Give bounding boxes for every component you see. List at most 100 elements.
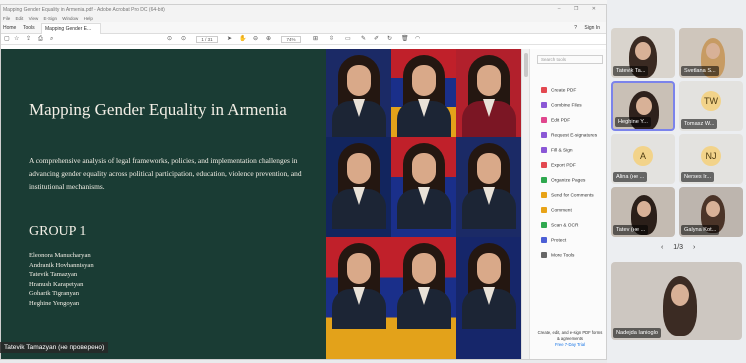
participant-name: Tomasz W... — [681, 119, 718, 129]
tab-tools[interactable]: Tools — [23, 25, 35, 31]
menu-esign[interactable]: E-Sign — [44, 16, 58, 21]
participant-tile[interactable]: Tatevik Ta... — [611, 28, 675, 78]
hand-icon[interactable]: ✋ — [239, 36, 246, 43]
window-title: Mapping Gender Equality in Armenia.pdf -… — [3, 7, 165, 13]
presenter-name-label: Tatevik Tamazyan (не проверено) — [0, 342, 109, 353]
participant-name: Nadejda Ianioglo — [613, 328, 661, 338]
tool-create-pdf[interactable]: Create PDF — [541, 87, 576, 94]
participant-tile[interactable]: Svetlana S... — [679, 28, 743, 78]
window-controls[interactable]: – ❐ ✕ — [558, 6, 602, 12]
tool-organize-pages[interactable]: Organize Pages — [541, 177, 585, 184]
participant-name: Heghine Y... — [615, 117, 651, 127]
participant-tile[interactable]: TW Tomasz W... — [679, 81, 743, 131]
rotate-icon[interactable]: ↻ — [387, 36, 392, 43]
menu-window[interactable]: Window — [62, 16, 78, 21]
tool-label: Edit PDF — [551, 118, 571, 124]
tab-document[interactable]: Mapping Gender E... — [41, 23, 101, 34]
tool-combine-files[interactable]: Combine Files — [541, 102, 582, 109]
search-tools-input[interactable]: Search tools — [537, 55, 603, 64]
portrait-collage — [326, 49, 521, 359]
menu-view[interactable]: View — [29, 16, 39, 21]
page-total: / 31 — [205, 37, 213, 42]
tool-label: Export PDF — [551, 163, 576, 169]
page-number-field[interactable]: 1 / 31 — [196, 36, 218, 43]
delete-icon[interactable]: 🗑 — [401, 36, 409, 43]
search-icon[interactable]: ⌕ — [50, 36, 53, 43]
tool-label: Scan & OCR — [551, 223, 579, 229]
participant-face — [706, 201, 720, 217]
tool-fill-sign[interactable]: Fill & Sign — [541, 147, 573, 154]
portrait — [456, 49, 521, 137]
comment-icon — [541, 207, 547, 213]
zoom-in-icon[interactable]: ⊕ — [266, 36, 271, 43]
combine-files-icon — [541, 102, 547, 108]
portrait — [326, 137, 391, 237]
tool-request-esignatures[interactable]: Request E-signatures — [541, 132, 597, 139]
send-for-comments-icon — [541, 192, 547, 198]
tool-scan-ocr[interactable]: Scan & OCR — [541, 222, 578, 229]
participant-tile[interactable]: NJ Nerses Ir... — [679, 134, 743, 184]
header-right: ? Sign In — [568, 25, 600, 31]
save-icon[interactable]: ▢ — [4, 36, 10, 43]
zoom-level[interactable]: 74% — [281, 36, 301, 43]
page-down-icon[interactable]: ⊙ — [181, 36, 186, 43]
participant-tile[interactable]: Nadejda Ianioglo — [611, 262, 742, 340]
pen-icon[interactable]: ✎ — [361, 36, 366, 43]
menu-edit[interactable]: Edit — [16, 16, 24, 21]
participant-face — [635, 42, 651, 60]
tool-protect[interactable]: Protect — [541, 237, 566, 244]
fit-page-icon[interactable]: ⊞ — [313, 36, 318, 43]
edit-pdf-icon — [541, 117, 547, 123]
free-trial-link[interactable]: Free 7-Day Trial — [536, 342, 604, 347]
scan-ocr-icon — [541, 222, 547, 228]
page-current: 1 — [201, 37, 204, 42]
tool-label: Protect — [551, 238, 567, 244]
tool-export-pdf[interactable]: Export PDF — [541, 162, 576, 169]
scroll-mode-icon[interactable]: ⇳ — [329, 36, 334, 43]
pdf-page: Mapping Gender Equality in Armenia A com… — [1, 49, 521, 359]
gallery-pager: ‹ 1/3 › — [657, 244, 699, 251]
tools-panel: Search tools Create PDF Combine Files Ed… — [529, 49, 606, 359]
acrobat-toolbar: ▢ ☆ ⇪ ⎙ ⌕ ⊙ ⊙ 1 / 31 ➤ ✋ ⊖ ⊕ 74% ⊞ ⇳ ▭ ✎… — [1, 34, 606, 45]
upload-icon[interactable]: ⇪ — [26, 36, 31, 43]
menu-help[interactable]: Help — [84, 16, 93, 21]
member-name: Heghine Yengoyan — [29, 299, 80, 307]
menu-file[interactable]: File — [3, 16, 10, 21]
tool-edit-pdf[interactable]: Edit PDF — [541, 117, 570, 124]
tab-home[interactable]: Home — [3, 25, 16, 31]
tab-bar: Home Tools Mapping Gender E... ? Sign In — [1, 22, 606, 34]
scrollbar-thumb[interactable] — [524, 53, 528, 77]
zoom-out-icon[interactable]: ⊖ — [253, 36, 258, 43]
chevron-left-icon[interactable]: ‹ — [661, 244, 663, 251]
comment-icon[interactable]: ▭ — [345, 36, 351, 43]
slide-title: Mapping Gender Equality in Armenia — [29, 100, 287, 119]
print-icon[interactable]: ⎙ — [38, 36, 43, 43]
page-up-icon[interactable]: ⊙ — [167, 36, 172, 43]
participant-tile-active[interactable]: Heghine Y... — [611, 81, 675, 131]
portrait — [391, 137, 456, 237]
group-heading: GROUP 1 — [29, 224, 87, 239]
participant-tile[interactable]: Tatev (не ... — [611, 187, 675, 237]
members-list: Eleonora Manucharyan Andranik Hovhannisy… — [29, 251, 94, 308]
vertical-scrollbar[interactable] — [521, 49, 529, 359]
participant-tile[interactable]: A Alina (не ... — [611, 134, 675, 184]
organize-pages-icon — [541, 177, 547, 183]
member-name: Andranik Hovhannisyan — [29, 261, 94, 269]
tool-more-tools[interactable]: More Tools — [541, 252, 574, 259]
tool-comment[interactable]: Comment — [541, 207, 572, 214]
help-icon[interactable]: ? — [574, 25, 577, 31]
fill-sign-icon — [541, 147, 547, 153]
tool-label: Comment — [551, 208, 572, 214]
participant-tile[interactable]: Galyna Kot... — [679, 187, 743, 237]
participant-avatar: NJ — [701, 146, 721, 166]
more-icon[interactable]: ◠ — [415, 36, 420, 43]
chevron-right-icon[interactable]: › — [693, 244, 695, 251]
star-icon[interactable]: ☆ — [14, 36, 19, 43]
portrait — [326, 237, 391, 359]
sign-in-button[interactable]: Sign In — [584, 25, 600, 31]
highlight-icon[interactable]: ✐ — [374, 36, 379, 43]
participant-name: Tatevik Ta... — [613, 66, 649, 76]
select-cursor-icon[interactable]: ➤ — [227, 36, 232, 43]
tool-send-for-comments[interactable]: Send for Comments — [541, 192, 594, 199]
promo-text: Create, edit, and e-sign PDF forms & agr… — [537, 330, 603, 341]
